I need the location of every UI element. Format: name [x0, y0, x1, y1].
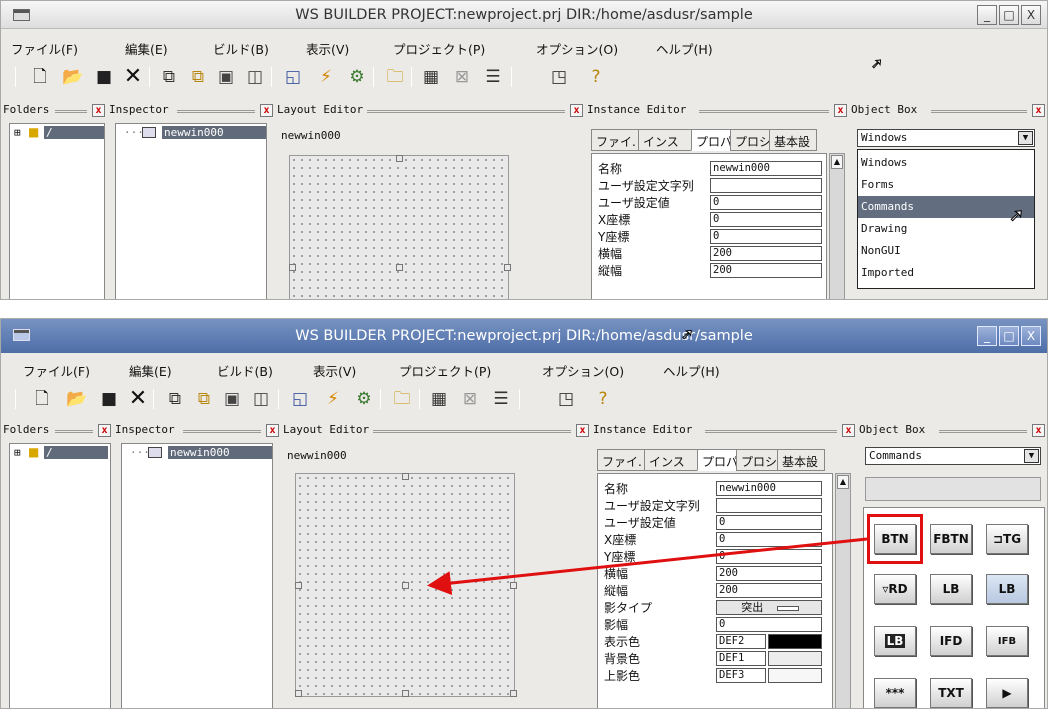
dropdown-item[interactable]: Drawing	[858, 218, 1034, 240]
menu-option[interactable]: オプション(O)	[536, 39, 618, 58]
prop-name-field[interactable]: newwin000	[710, 161, 822, 176]
menu-bar: ファイル(F) 編集(E) ビルド(B) 表示(V) プロジェクト(P) オプシ…	[1, 35, 1047, 59]
category-combo[interactable]: Windows ▼	[857, 129, 1035, 147]
expand-icon[interactable]: ⊞	[14, 126, 21, 139]
resize-handle[interactable]	[396, 155, 403, 162]
close-icon[interactable]: x	[1032, 104, 1045, 117]
property-list: 名称 newwin000 ユーザ設定文字列 ユーザ設定値 0 X座標 0 Y座標…	[591, 153, 827, 299]
inspector-tree: ···· newwin000	[115, 123, 267, 299]
tab-procedure[interactable]: プロシ	[730, 129, 770, 151]
scroll-up-icon[interactable]: ▲	[831, 155, 843, 169]
folder-window-icon[interactable]: 🗀	[383, 65, 407, 89]
window-node-icon	[142, 127, 156, 138]
dropdown-arrow-icon[interactable]: ▼	[1018, 131, 1033, 145]
screenshot-before: WS BUILDER PROJECT:newproject.prj DIR:/h…	[0, 0, 1048, 300]
tool-icon[interactable]: ⊠	[450, 65, 474, 89]
minimize-button[interactable]: _	[977, 5, 997, 25]
prop-y-field[interactable]: 0	[710, 229, 822, 244]
inspector-panel: Inspector x ···· newwin000	[109, 103, 275, 299]
close-icon[interactable]: x	[92, 104, 105, 117]
window-icon-5[interactable]: ◱	[281, 65, 305, 89]
window-title: WS BUILDER PROJECT:newproject.prj DIR:/h…	[295, 6, 753, 23]
menu-edit[interactable]: 編集(E)	[125, 39, 168, 58]
save-icon[interactable]: ■	[92, 65, 116, 89]
lightning-icon[interactable]: ⚡	[314, 65, 338, 89]
open-folder-icon[interactable]: 📂	[61, 65, 85, 89]
app-menu-icon[interactable]	[13, 9, 30, 21]
build-icon[interactable]: ⚙	[345, 65, 369, 89]
dropdown-item[interactable]: Imported	[858, 262, 1034, 284]
resize-handle[interactable]	[396, 264, 403, 271]
close-button[interactable]: X	[1021, 5, 1041, 25]
window-icon-1[interactable]: ⧉	[157, 65, 181, 89]
close-icon[interactable]: x	[570, 104, 583, 117]
property-scrollbar[interactable]: ▲	[829, 153, 845, 299]
mouse-pointer-icon: ➚	[1008, 205, 1025, 226]
close-icon[interactable]: x	[260, 104, 273, 117]
menu-build[interactable]: ビルド(B)	[213, 39, 269, 58]
window-icon-2[interactable]: ⧉	[186, 65, 210, 89]
prop-label: 縦幅	[598, 264, 623, 278]
list-icon[interactable]: ☰	[481, 65, 505, 89]
window-node[interactable]: newwin000	[162, 126, 266, 139]
maximize-button[interactable]: □	[999, 5, 1019, 25]
dropdown-item-selected[interactable]: Commands	[858, 196, 1034, 218]
resize-handle[interactable]	[289, 264, 296, 271]
layout-editor-panel: Layout Editor x newwin000	[277, 103, 585, 299]
prop-width-field[interactable]: 200	[710, 246, 822, 261]
help-icon[interactable]: ?	[584, 65, 608, 89]
window-icon-4[interactable]: ◫	[243, 65, 267, 89]
close-icon[interactable]: x	[834, 104, 847, 117]
object-box-panel: Object Box x Windows ▼ Windows Forms Comm…	[851, 103, 1047, 299]
drag-arrow	[427, 537, 868, 596]
prop-height-field[interactable]: 200	[710, 263, 822, 278]
window-icon-3[interactable]: ▣	[214, 65, 238, 89]
toolbar: 🗋 📂 ■ ✕ ⧉ ⧉ ▣ ◫ ◱ ⚡ ⚙ 🗀 ▦ ⊠ ☰ ◳ ?	[1, 61, 1047, 91]
instance-editor-panel: Instance Editor x ファイ. インス プロパ プロシ 基本設 名称…	[587, 103, 849, 299]
tab-property[interactable]: プロパ	[691, 129, 731, 151]
tab-basic[interactable]: 基本設	[769, 129, 817, 151]
dropdown-item[interactable]: NonGUI	[858, 240, 1034, 262]
layout-window-name: newwin000	[281, 129, 341, 142]
menu-help[interactable]: ヘルプ(H)	[656, 39, 713, 58]
category-combo-value: Windows	[861, 131, 908, 144]
title-bar: WS BUILDER PROJECT:newproject.prj DIR:/h…	[1, 1, 1047, 29]
design-canvas[interactable]	[289, 155, 511, 299]
prop-label: ユーザ設定値	[598, 196, 670, 210]
folders-title: Folders	[3, 103, 50, 116]
prop-x-field[interactable]: 0	[710, 212, 822, 227]
dropdown-item[interactable]: Forms	[858, 174, 1034, 196]
mouse-pointer-icon: ➚	[871, 56, 884, 72]
prop-label: Y座標	[598, 230, 630, 244]
instance-editor-title: Instance Editor	[587, 103, 687, 116]
new-file-icon[interactable]: 🗋	[28, 65, 52, 89]
prop-label: ユーザ設定文字列	[598, 179, 694, 193]
menu-view[interactable]: 表示(V)	[306, 39, 349, 58]
layout-editor-title: Layout Editor	[277, 103, 364, 116]
calendar-icon[interactable]: ▦	[419, 65, 443, 89]
menu-file[interactable]: ファイル(F)	[11, 39, 78, 58]
folder-tree: ⊞ ■ /	[9, 123, 105, 299]
object-box-title: Object Box	[851, 103, 918, 116]
prop-user-value-field[interactable]: 0	[710, 195, 822, 210]
tab-instance[interactable]: インス	[638, 129, 692, 151]
preview-icon[interactable]: ◳	[547, 65, 571, 89]
menu-project[interactable]: プロジェクト(P)	[393, 39, 485, 58]
resize-handle[interactable]	[504, 264, 511, 271]
tab-file[interactable]: ファイ.	[591, 129, 639, 151]
folder-root[interactable]: /	[44, 126, 104, 139]
prop-label: 横幅	[598, 247, 623, 261]
inspector-title: Inspector	[109, 103, 169, 116]
screenshot-after: WS BUILDER PROJECT:newproject.prj DIR:/h…	[0, 318, 1048, 709]
dropdown-item[interactable]: Windows	[858, 152, 1034, 174]
folder-icon: ■	[28, 125, 40, 139]
folders-panel: Folders x ⊞ ■ /	[3, 103, 107, 299]
delete-icon[interactable]: ✕	[121, 65, 145, 89]
prop-label: 名称	[598, 162, 623, 176]
prop-user-string-field[interactable]	[710, 178, 822, 193]
prop-label: X座標	[598, 213, 631, 227]
